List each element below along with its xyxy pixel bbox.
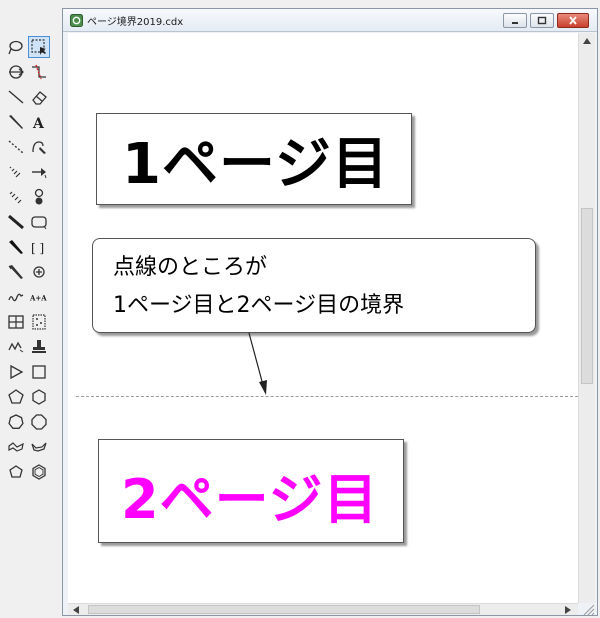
horizontal-scroll-thumb[interactable]: [88, 605, 480, 614]
table-icon[interactable]: [5, 311, 27, 333]
window-title: ページ境界2019.cdx: [87, 17, 184, 28]
chain-icon[interactable]: [5, 336, 27, 358]
title-bar[interactable]: ページ境界2019.cdx: [63, 9, 597, 32]
triangle-icon[interactable]: [5, 361, 27, 383]
svg-text:A: A: [32, 116, 45, 131]
pentagon-icon[interactable]: [5, 386, 27, 408]
chevron-up-icon: [583, 38, 591, 44]
resize-grip-icon[interactable]: [578, 603, 595, 615]
minimize-icon: [512, 22, 518, 24]
mass-fragmentation-icon[interactable]: [28, 61, 50, 83]
stamp-icon[interactable]: [28, 336, 50, 358]
callout-line-1: 点線のところが: [113, 255, 268, 280]
hexagon-icon[interactable]: [28, 386, 50, 408]
chevron-left-icon: [73, 605, 79, 614]
hashed-wedge-icon[interactable]: [5, 161, 27, 183]
lasso-icon[interactable]: [5, 36, 27, 58]
document-canvas[interactable]: 1ページ目 点線のところが 1ページ目と2ページ目の境界 2ページ目: [68, 33, 578, 603]
callout-line-2: 1ページ目と2ページ目の境界: [113, 293, 405, 318]
page-break-line: [76, 396, 578, 397]
maximize-button[interactable]: [530, 13, 554, 28]
wavy-wedge-icon[interactable]: [5, 261, 27, 283]
solid-bond-icon[interactable]: [5, 86, 27, 108]
page1-label-box[interactable]: 1ページ目: [96, 113, 412, 205]
structure-perspective-icon[interactable]: [5, 61, 27, 83]
page2-label-box[interactable]: 2ページ目: [98, 439, 404, 543]
eraser-icon[interactable]: [28, 86, 50, 108]
app-root: A [ ] A+A ページ境界2019.cdx 1ページ目 点線のところが 1ペ…: [0, 0, 600, 618]
page2-label: 2ページ目: [121, 468, 379, 531]
svg-text:[ ]: [ ]: [31, 241, 44, 255]
document-window: ページ境界2019.cdx 1ページ目 点線のところが 1ページ目と2ページ目の…: [62, 8, 598, 616]
close-button[interactable]: [557, 13, 589, 28]
chevron-right-icon: [565, 605, 571, 614]
svg-text:A+A: A+A: [30, 293, 47, 302]
tlc-plate-icon[interactable]: [28, 311, 50, 333]
cyclohexane-chair-icon[interactable]: [5, 436, 27, 458]
page1-label: 1ページ目: [122, 132, 389, 197]
horizontal-scrollbar[interactable]: [68, 603, 578, 615]
document-icon: [70, 14, 83, 27]
heptagon-icon[interactable]: [5, 411, 27, 433]
vertical-scroll-thumb[interactable]: [581, 208, 593, 384]
close-icon: [569, 16, 577, 25]
scroll-right-button[interactable]: [562, 604, 574, 615]
square-icon[interactable]: [28, 361, 50, 383]
bold-bond-icon[interactable]: [5, 211, 27, 233]
bold-wedge-icon[interactable]: [5, 236, 27, 258]
minimize-button[interactable]: [503, 13, 527, 28]
dashed-bond-icon[interactable]: [5, 136, 27, 158]
benzene-icon[interactable]: [28, 461, 50, 483]
scroll-left-button[interactable]: [70, 604, 82, 615]
text-tool2-icon[interactable]: A+A: [28, 286, 50, 308]
octagon-icon[interactable]: [28, 411, 50, 433]
pen-icon[interactable]: [28, 136, 50, 158]
rounded-rectangle-icon[interactable]: [28, 211, 50, 233]
wavy-bond-icon[interactable]: [5, 286, 27, 308]
maximize-icon: [537, 16, 547, 25]
cyclopentane-icon[interactable]: [5, 461, 27, 483]
orbital-icon[interactable]: [28, 186, 50, 208]
vertical-scrollbar[interactable]: [578, 33, 595, 603]
tool-palette: A [ ] A+A: [0, 32, 56, 618]
scroll-up-button[interactable]: [579, 33, 595, 49]
charge-icon[interactable]: [28, 261, 50, 283]
cyclohexane-boat-icon[interactable]: [28, 436, 50, 458]
wedge-bond-icon[interactable]: [5, 111, 27, 133]
marquee-select-icon[interactable]: [28, 36, 50, 58]
text-icon[interactable]: A: [28, 111, 50, 133]
callout-box[interactable]: 点線のところが 1ページ目と2ページ目の境界: [92, 238, 536, 333]
hashed-bond-icon[interactable]: [5, 186, 27, 208]
arrow-icon[interactable]: [28, 161, 50, 183]
bracket-icon[interactable]: [ ]: [28, 236, 50, 258]
